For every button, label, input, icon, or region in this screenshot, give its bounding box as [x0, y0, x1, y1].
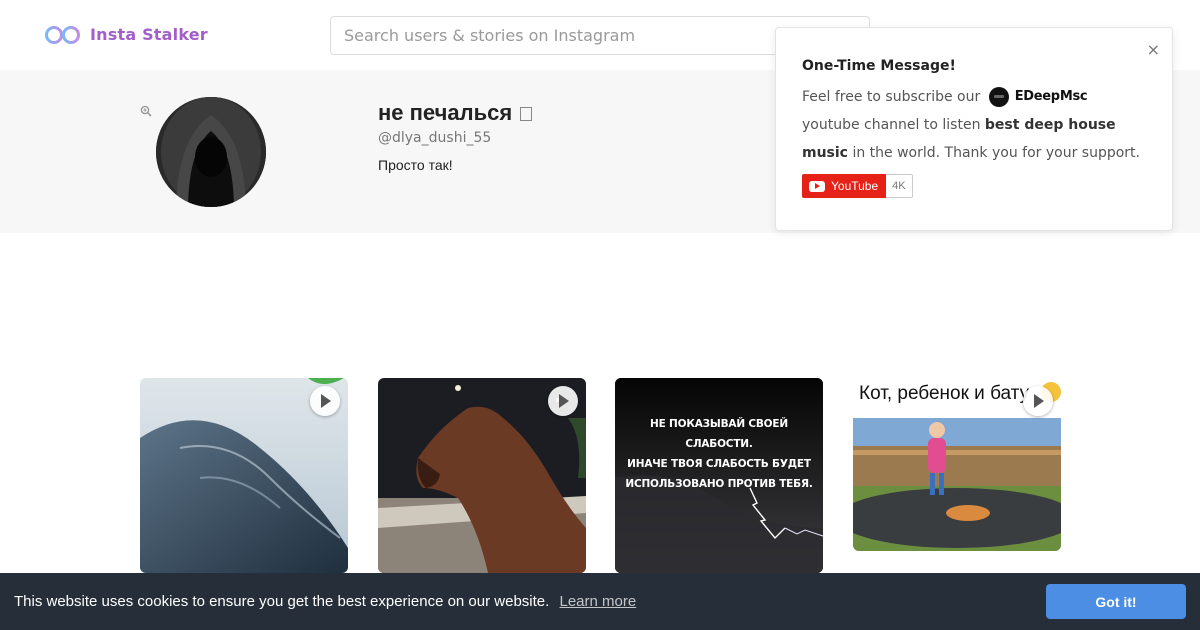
- post-caption-3: НЕ ПОКАЗЫВАЙ СВОЕЙ СЛАБОСТИ. ИНАЧЕ ТВОЯ …: [625, 418, 813, 490]
- popup-title: One-Time Message!: [802, 58, 956, 74]
- channel-logo-icon: [988, 87, 1009, 107]
- verified-placeholder-icon: [520, 107, 533, 121]
- brand-logo[interactable]: Insta Stalker: [44, 22, 208, 46]
- youtube-label: YouTube: [831, 179, 879, 193]
- play-icon[interactable]: [310, 386, 340, 416]
- cookie-message: This website uses cookies to ensure you …: [14, 593, 636, 610]
- zoom-in-icon[interactable]: [140, 105, 152, 117]
- post-tile-2[interactable]: [378, 378, 586, 573]
- hooded-figure-image: [156, 97, 266, 207]
- post-caption-4: Кот, ребенок и бату: [859, 383, 1030, 404]
- youtube-subscribe-widget[interactable]: YouTube 4K: [802, 174, 913, 198]
- one-time-message-popup: × One-Time Message! Feel free to subscri…: [775, 27, 1173, 231]
- play-icon[interactable]: [548, 386, 578, 416]
- popup-text-after: in the world. Thank you for your support…: [852, 145, 1140, 161]
- profile-name: не печалься: [378, 100, 533, 126]
- popup-text-middle: youtube channel to listen: [802, 117, 981, 133]
- avatar[interactable]: [156, 97, 266, 207]
- cookie-message-text: This website uses cookies to ensure you …: [14, 593, 550, 610]
- play-icon[interactable]: [1023, 386, 1053, 416]
- channel-name: EDeepMsc: [1014, 89, 1088, 104]
- cookie-consent-bar: This website uses cookies to ensure you …: [0, 573, 1200, 630]
- close-icon[interactable]: ×: [1147, 42, 1160, 58]
- post-tile-3[interactable]: НЕ ПОКАЗЫВАЙ СВОЕЙ СЛАБОСТИ. ИНАЧЕ ТВОЯ …: [615, 378, 823, 573]
- profile-handle: @dlya_dushi_55: [378, 130, 492, 146]
- profile-bio: Просто так!: [378, 157, 453, 173]
- channel-badge[interactable]: EDeepMsc: [988, 83, 1088, 111]
- brand-name: Insta Stalker: [90, 24, 208, 44]
- profile-name-text: не печалься: [378, 100, 513, 125]
- binoculars-logo-icon: [45, 26, 80, 44]
- popup-text-before: Feel free to subscribe our: [802, 89, 981, 105]
- youtube-play-icon: [809, 180, 825, 192]
- learn-more-link[interactable]: Learn more: [559, 593, 636, 610]
- accept-cookies-button[interactable]: Got it!: [1046, 584, 1186, 619]
- popup-message: Feel free to subscribe our EDeepMsc yout…: [802, 83, 1152, 167]
- post-tile-4[interactable]: Кот, ребенок и бату: [853, 378, 1061, 551]
- subscriber-count: 4K: [886, 174, 913, 198]
- post-tile-1[interactable]: [140, 378, 348, 573]
- youtube-subscribe-button[interactable]: YouTube: [802, 174, 887, 198]
